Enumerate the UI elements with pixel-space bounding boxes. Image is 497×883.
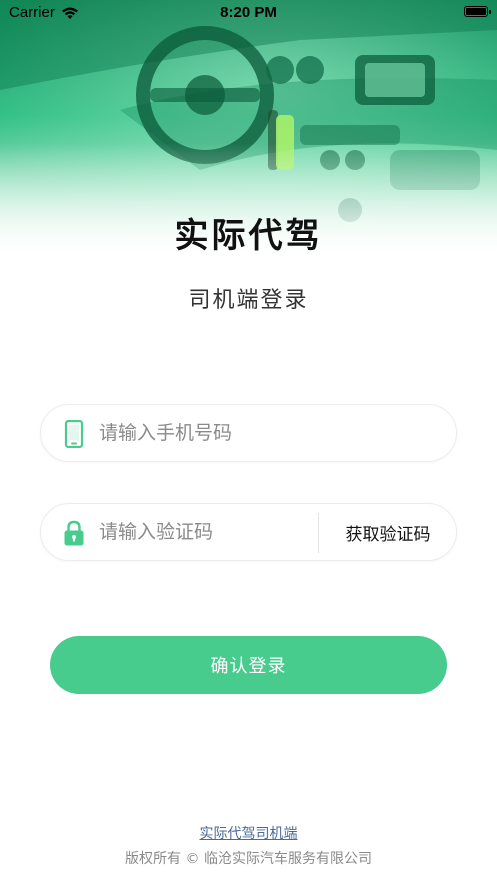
status-bar: Carrier 8:20 PM [0,0,497,26]
copyright-text: 版权所有 © 临沧实际汽车服务有限公司 [125,851,372,867]
battery-icon [464,6,491,17]
confirm-login-button[interactable]: 确认登录 [50,636,447,694]
page-subtitle: 司机端登录 [188,288,309,313]
phone-icon [64,420,84,448]
verification-code-field[interactable]: 获取验证码 [40,503,457,561]
app-title: 实际代驾 [174,216,323,256]
status-time: 8:20 PM [220,4,277,21]
footer-app-link[interactable]: 实际代驾司机端 [0,823,497,843]
lock-icon [64,520,84,546]
login-screen: Carrier 8:20 PM 实际代驾 司机端登录 请输入手机号码 请输入验证… [0,0,497,883]
phone-input[interactable] [99,405,319,461]
get-code-button[interactable]: 获取验证码 [319,504,457,560]
phone-field[interactable] [40,404,457,462]
verification-code-input[interactable] [99,504,319,560]
